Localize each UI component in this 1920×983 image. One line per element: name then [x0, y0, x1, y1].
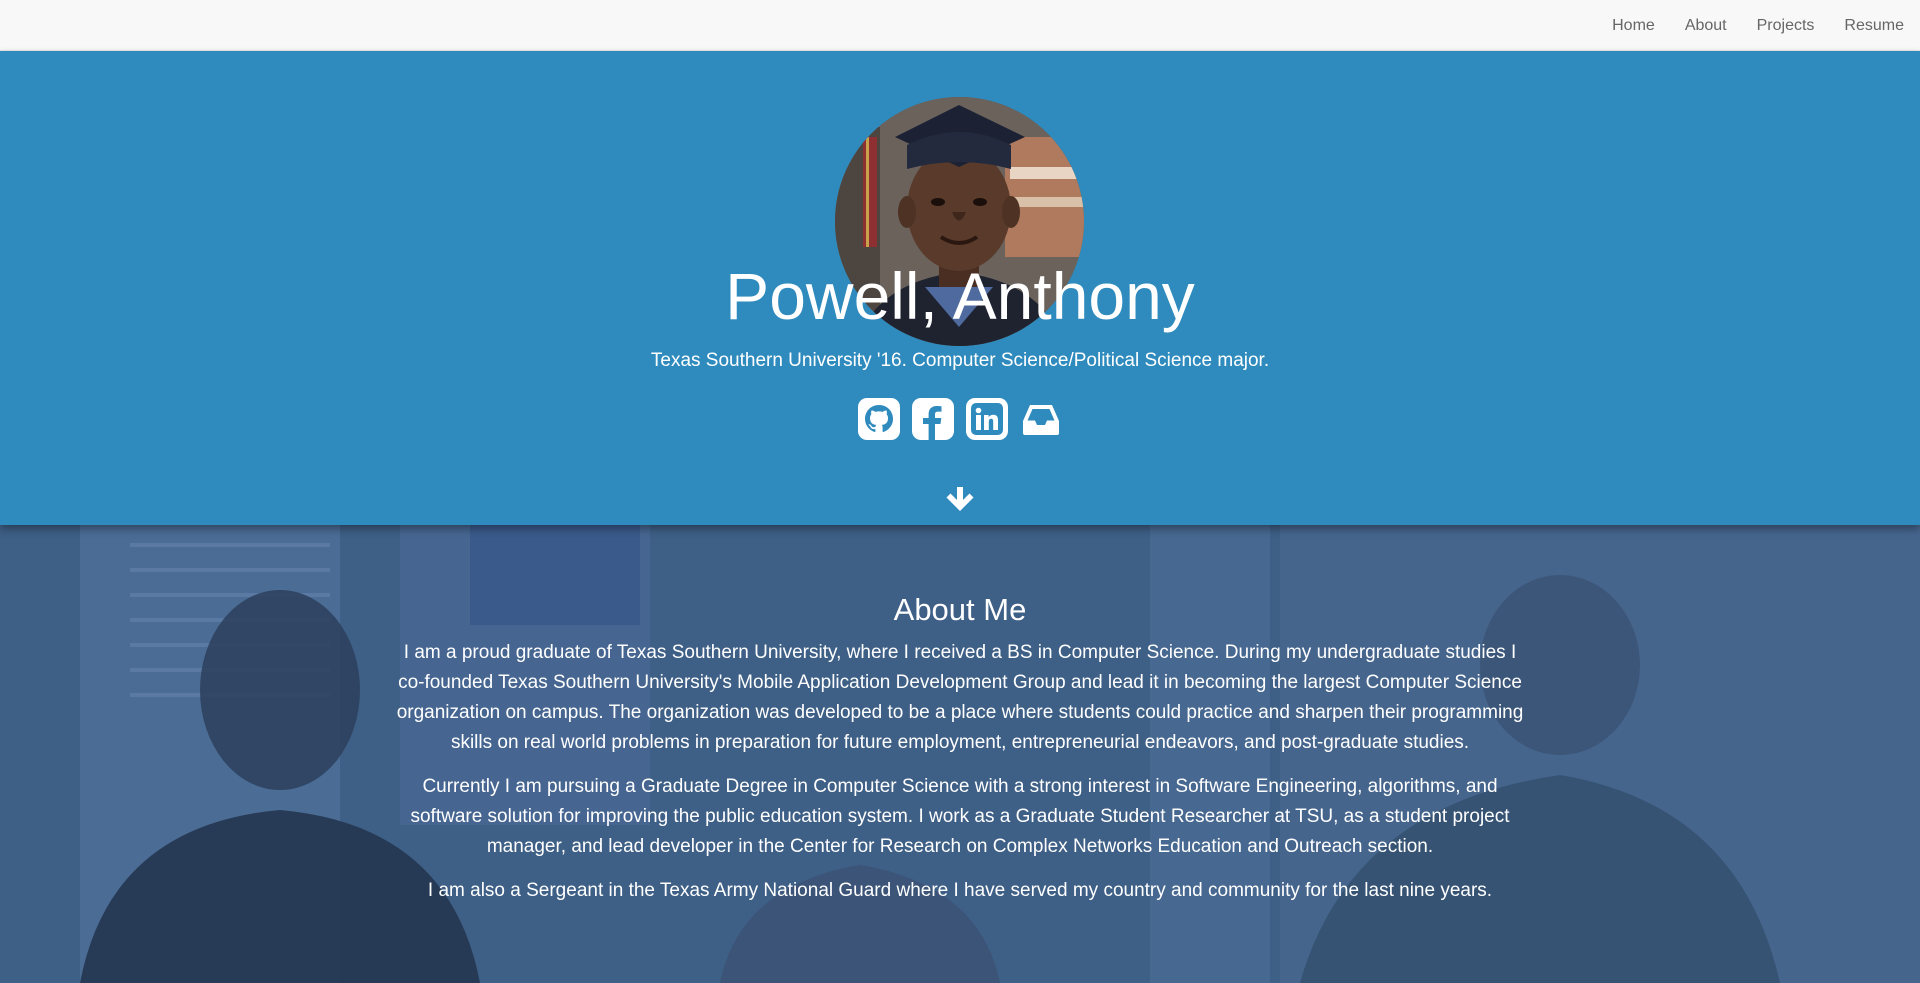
nav-links: Home About Projects Resume	[1597, 0, 1904, 51]
about-paragraph-1: I am a proud graduate of Texas Southern …	[396, 642, 1524, 754]
hero-section: Powell, Anthony Texas Southern Universit…	[0, 51, 1920, 525]
linkedin-icon[interactable]	[966, 398, 1008, 440]
facebook-icon[interactable]	[912, 398, 954, 440]
nav-link-about[interactable]: About	[1670, 17, 1742, 35]
social-links	[0, 398, 1920, 440]
github-icon[interactable]	[858, 398, 900, 440]
nav-link-resume[interactable]: Resume	[1829, 17, 1904, 35]
about-paragraph-2: Currently I am pursuing a Graduate Degre…	[410, 776, 1510, 858]
about-section: About Me I am a proud graduate of Texas …	[0, 525, 1920, 983]
nav-link-home[interactable]: Home	[1597, 17, 1670, 35]
hero-tagline: Texas Southern University '16. Computer …	[650, 350, 1270, 371]
hero-name: Powell, Anthony	[725, 259, 1195, 333]
inbox-icon[interactable]	[1020, 398, 1062, 440]
about-content: About Me I am a proud graduate of Texas …	[388, 591, 1532, 920]
arrow-down-icon[interactable]	[944, 485, 976, 515]
about-title: About Me	[893, 592, 1027, 627]
about-paragraph-3: I am also a Sergeant in the Texas Army N…	[427, 880, 1493, 902]
top-navbar: Home About Projects Resume	[0, 0, 1920, 51]
nav-link-projects[interactable]: Projects	[1742, 17, 1830, 35]
